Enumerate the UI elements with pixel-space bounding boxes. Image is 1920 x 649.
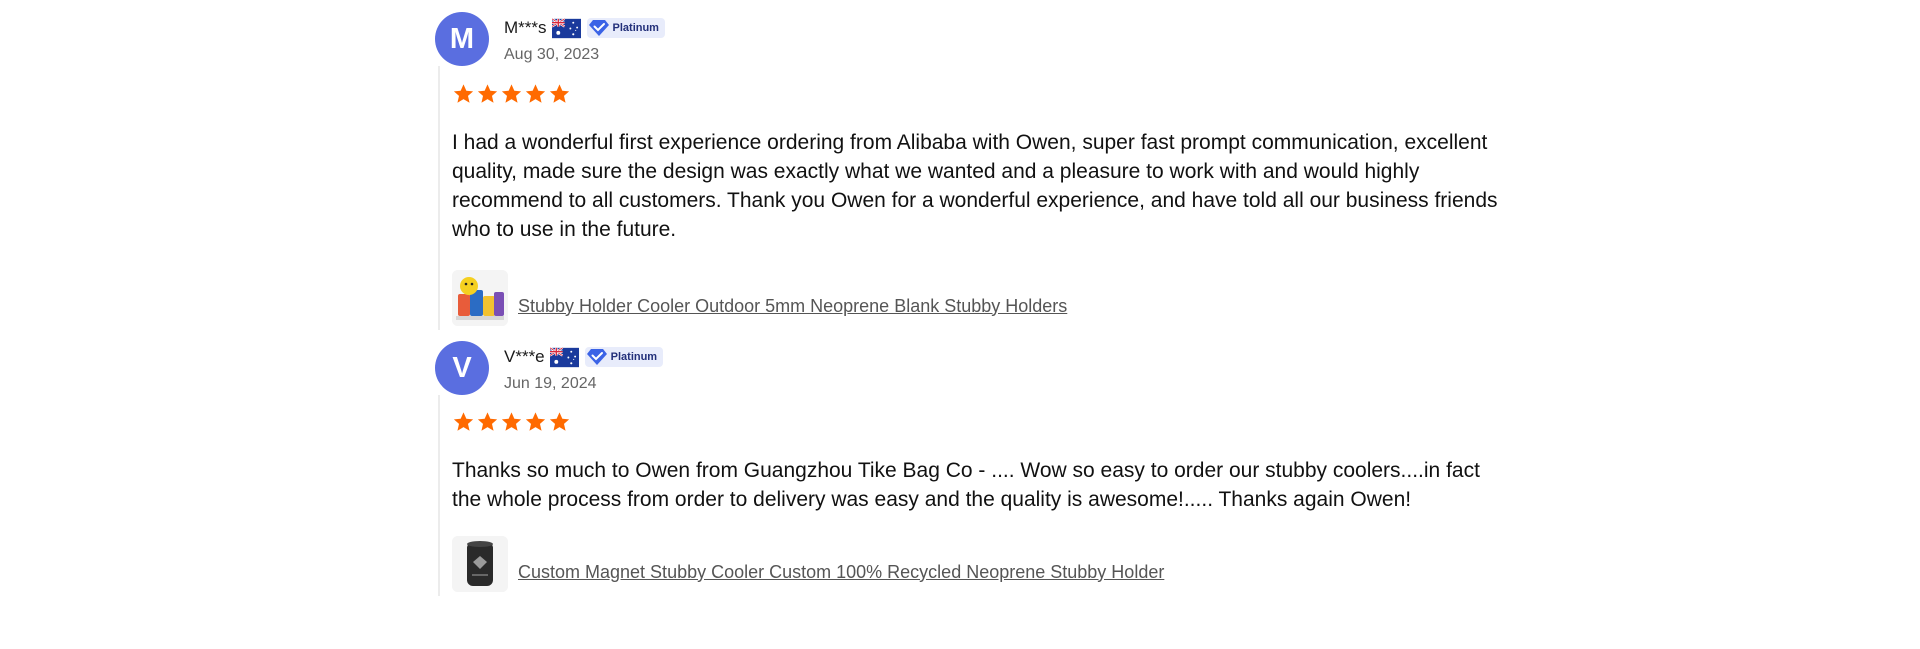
- star-icon: [500, 411, 523, 433]
- star-icon: [476, 411, 499, 433]
- reviewed-product[interactable]: Stubby Holder Cooler Outdoor 5mm Neopren…: [452, 270, 1515, 326]
- australia-flag-icon: [550, 347, 579, 368]
- product-link[interactable]: Stubby Holder Cooler Outdoor 5mm Neopren…: [518, 296, 1067, 317]
- review-card: M M***s Platinum Aug 30, 2023 I had a wo…: [435, 12, 1515, 330]
- diamond-check-icon: [589, 19, 609, 37]
- reviewed-product[interactable]: Custom Magnet Stubby Cooler Custom 100% …: [452, 536, 1515, 592]
- star-icon: [476, 83, 499, 105]
- reviewer-meta: M***s Platinum Aug 30, 2023: [504, 12, 665, 64]
- star-icon: [452, 83, 475, 105]
- reviewer-name-row: M***s Platinum: [504, 15, 665, 41]
- avatar: V: [435, 341, 489, 395]
- review-header: V V***e Platinum Jun 19, 2024: [435, 341, 1515, 395]
- avatar: M: [435, 12, 489, 66]
- review-date: Aug 30, 2023: [504, 46, 600, 63]
- review-date: Jun 19, 2024: [504, 375, 597, 392]
- star-icon: [452, 411, 475, 433]
- badge-label: Platinum: [612, 22, 659, 34]
- diamond-check-icon: [587, 348, 607, 366]
- star-icon: [500, 83, 523, 105]
- star-icon: [524, 83, 547, 105]
- review-text: I had a wonderful first experience order…: [452, 131, 1498, 241]
- review-text: Thanks so much to Owen from Guangzhou Ti…: [452, 459, 1480, 511]
- platinum-badge: Platinum: [586, 18, 665, 38]
- star-rating: [452, 83, 1515, 105]
- review-body: Thanks so much to Owen from Guangzhou Ti…: [438, 395, 1515, 596]
- australia-flag-icon: [552, 18, 581, 39]
- product-thumbnail[interactable]: [452, 536, 508, 592]
- reviewer-name-row: V***e Platinum: [504, 344, 664, 370]
- reviewer-name: M***s: [504, 18, 547, 37]
- product-thumbnail[interactable]: [452, 270, 508, 326]
- reviewer-name: V***e: [504, 347, 545, 366]
- review-body: I had a wonderful first experience order…: [438, 66, 1515, 330]
- star-icon: [524, 411, 547, 433]
- review-card: V V***e Platinum Jun 19, 2024 Thanks so …: [435, 341, 1515, 596]
- star-icon: [548, 411, 571, 433]
- review-header: M M***s Platinum Aug 30, 2023: [435, 12, 1515, 66]
- badge-label: Platinum: [610, 351, 658, 363]
- star-icon: [548, 83, 571, 105]
- product-link[interactable]: Custom Magnet Stubby Cooler Custom 100% …: [518, 562, 1164, 583]
- platinum-badge: Platinum: [584, 347, 664, 367]
- star-rating: [452, 411, 1515, 433]
- reviewer-meta: V***e Platinum Jun 19, 2024: [504, 341, 664, 393]
